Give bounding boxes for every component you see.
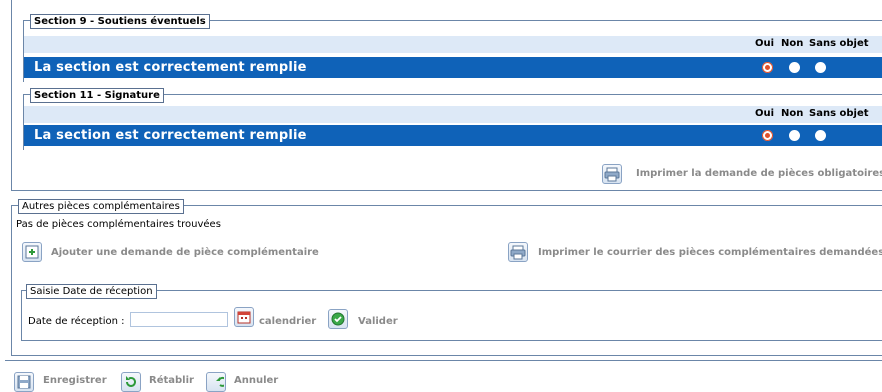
- validate-icon: [328, 309, 348, 329]
- reception-frame-bottom: [21, 340, 882, 341]
- restore-icon: [121, 372, 141, 392]
- restore-button[interactable]: Rétablir: [121, 372, 201, 392]
- col-sans-objet-header: Sans objet: [809, 108, 869, 119]
- save-label: Enregistrer: [43, 375, 107, 386]
- section11-check-row: La section est correctement remplie: [24, 125, 882, 146]
- section11-radio-oui[interactable]: [762, 130, 773, 141]
- print-mandatory-label: Imprimer la demande de pièces obligatoir…: [636, 168, 882, 179]
- add-complementary-label: Ajouter une demande de pièce complémenta…: [51, 247, 319, 258]
- outer-frame-bottom: [11, 190, 882, 191]
- calendar-button[interactable]: calendrier: [234, 307, 324, 329]
- cancel-button[interactable]: Annuler: [206, 372, 286, 392]
- section11-radio-non[interactable]: [789, 130, 800, 141]
- col-oui-header: Oui: [755, 38, 775, 49]
- col-non-header: Non: [781, 38, 804, 49]
- section11-row-label: La section est correctement remplie: [34, 128, 307, 143]
- print-complementary-label: Imprimer le courrier des pièces compléme…: [538, 247, 882, 258]
- complementary-legend: Autres pièces complémentaires: [18, 199, 184, 214]
- section11-header-row: Oui Non Sans objet: [24, 106, 882, 123]
- complementary-frame-bottom: [11, 355, 882, 356]
- reception-date-input[interactable]: [130, 312, 228, 327]
- section11-legend: Section 11 - Signature: [30, 88, 164, 103]
- reception-date-label: Date de réception :: [28, 316, 125, 327]
- section9-check-row: La section est correctement remplie: [24, 57, 882, 78]
- section9-radio-non[interactable]: [789, 62, 800, 73]
- save-icon: [14, 372, 34, 392]
- save-button[interactable]: Enregistrer: [14, 372, 114, 392]
- reception-frame-left: [21, 290, 22, 340]
- cancel-icon: [206, 372, 226, 392]
- add-complementary-button[interactable]: Ajouter une demande de pièce complémenta…: [22, 242, 322, 262]
- form-bottom-border: [5, 360, 882, 361]
- printer-icon: [602, 164, 622, 184]
- calendar-label: calendrier: [259, 316, 317, 327]
- print-complementary-button[interactable]: Imprimer le courrier des pièces compléme…: [508, 242, 882, 262]
- print-mandatory-button[interactable]: Imprimer la demande de pièces obligatoir…: [602, 164, 882, 184]
- col-oui-header: Oui: [755, 108, 775, 119]
- section9-legend: Section 9 - Soutiens éventuels: [30, 14, 210, 29]
- section11-radio-sans-objet[interactable]: [815, 130, 826, 141]
- section9-radio-sans-objet[interactable]: [815, 62, 826, 73]
- validate-label: Valider: [358, 316, 398, 327]
- cancel-label: Annuler: [234, 375, 279, 386]
- restore-label: Rétablir: [149, 375, 194, 386]
- complementary-empty-text: Pas de pièces complémentaires trouvées: [16, 219, 221, 230]
- section9-radio-oui[interactable]: [762, 62, 773, 73]
- col-sans-objet-header: Sans objet: [809, 38, 869, 49]
- complementary-frame-left: [11, 205, 12, 355]
- calendar-icon: [234, 307, 254, 327]
- validate-button[interactable]: Valider: [328, 309, 408, 331]
- section9-row-label: La section est correctement remplie: [34, 60, 307, 75]
- col-non-header: Non: [781, 108, 804, 119]
- add-document-icon: [22, 242, 42, 262]
- printer-icon: [508, 242, 528, 262]
- reception-legend: Saisie Date de réception: [26, 284, 157, 299]
- section9-header-row: Oui Non Sans objet: [24, 36, 882, 53]
- outer-frame-left: [11, 0, 12, 190]
